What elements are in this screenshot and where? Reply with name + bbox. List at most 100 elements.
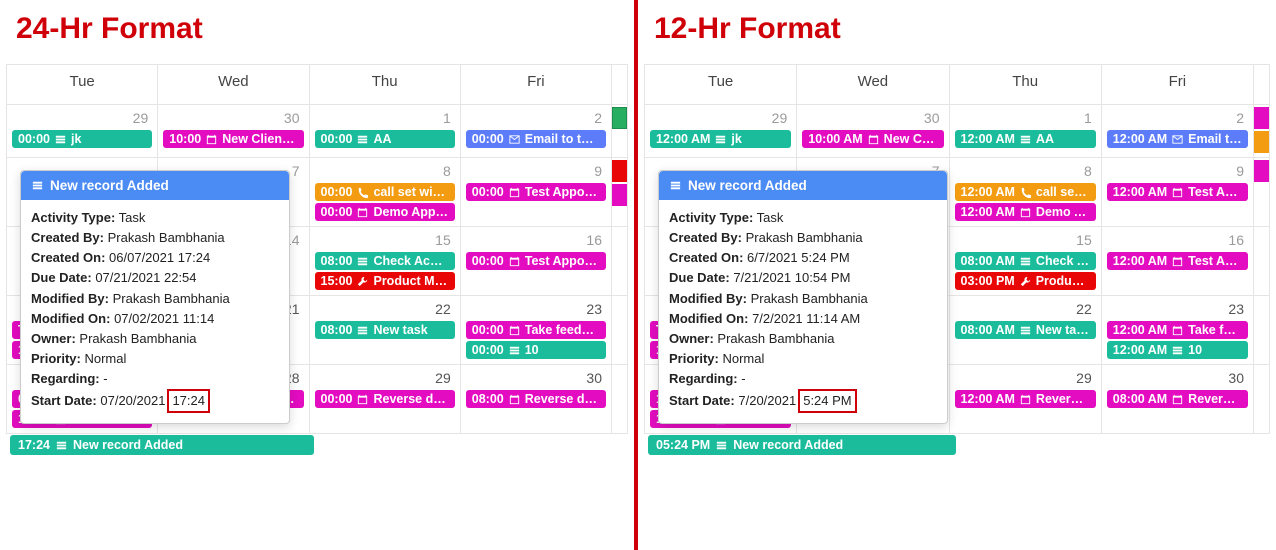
event-label: call set wit...	[1036, 185, 1090, 199]
label-priority: Priority:	[669, 351, 719, 366]
calendar-event[interactable]: 03:00 PMProduct ...	[955, 272, 1096, 290]
mail-icon	[508, 133, 521, 146]
day-cell[interactable]: 2912:00 AMReverse d...	[949, 365, 1101, 434]
cal-icon	[508, 324, 521, 337]
day-number: 23	[1103, 297, 1252, 319]
calendar-event[interactable]: 00:00jk	[12, 130, 152, 148]
tooltip-body: Activity Type: Task Created By: Prakash …	[21, 200, 289, 423]
calendar-event[interactable]: 08:00 AMCheck Ac...	[955, 252, 1096, 270]
list-icon	[356, 324, 369, 337]
calendar-event[interactable]: 00:00Test Appoint...	[466, 183, 606, 201]
event-time: 08:00	[321, 254, 353, 268]
event-label: Check Accoun...	[373, 254, 448, 268]
pane-24hr: 24-Hr Format TueWedThuFri2900:00jk3010:0…	[0, 0, 638, 550]
mail-icon	[1171, 133, 1184, 146]
event-time: 15:00	[321, 274, 353, 288]
day-cell[interactable]: 2900:00jk	[7, 105, 158, 158]
day-cell[interactable]: 900:00Test Appoint...	[460, 158, 611, 227]
overflow-strip[interactable]	[612, 184, 627, 206]
day-cell[interactable]: 22 08:00New task	[309, 296, 460, 365]
day-number: 22	[311, 297, 459, 319]
day-cell[interactable]: 23 12:00 AMTake feedback 12:00 AM10	[1101, 296, 1253, 365]
overflow-strip[interactable]	[612, 160, 627, 182]
day-cell[interactable]: 100:00AA	[309, 105, 460, 158]
event-label: Product ...	[1036, 274, 1090, 288]
event-label: Take feedback	[525, 323, 600, 337]
event-time: 00:00	[18, 132, 50, 146]
value-start-date-highlight: 5:24 PM	[798, 389, 856, 413]
overflow-strip[interactable]	[1254, 107, 1269, 129]
calendar-event[interactable]: 08:00 AMReverse d...	[1107, 390, 1248, 408]
day-cell[interactable]: 800:00call set with cli...00:00Demo Appo…	[309, 158, 460, 227]
list-icon	[1171, 344, 1184, 357]
calendar-event[interactable]: 08:00Reverse data ...	[466, 390, 606, 408]
calendar-event[interactable]: 00:00AA	[315, 130, 455, 148]
calendar-event[interactable]: 12:00 AMDemo Ap...	[955, 203, 1096, 221]
list-icon	[715, 439, 728, 452]
calendar-event[interactable]: 08:00New task	[315, 321, 455, 339]
list-icon	[356, 133, 369, 146]
calendar-event[interactable]: 12:00 AMReverse d...	[955, 390, 1096, 408]
day-cell[interactable]: 22 08:00 AMNew task	[949, 296, 1101, 365]
calendar-event[interactable]: 12:00 AMcall set wit...	[955, 183, 1096, 201]
day-cell[interactable]: 3010:00New Client m...	[158, 105, 309, 158]
day-cell[interactable]: 2900:00Reverse data ...	[309, 365, 460, 434]
overflow-strip[interactable]	[1254, 160, 1269, 182]
calendar-event[interactable]: 12:00 AM10	[1107, 341, 1248, 359]
calendar-event[interactable]: 00:00Reverse data ...	[315, 390, 455, 408]
day-cell[interactable]: 2912:00 AMjk	[645, 105, 797, 158]
calendar-event[interactable]: 08:00 AMNew task	[955, 321, 1096, 339]
list-icon	[714, 133, 727, 146]
event-label: Reverse data ...	[373, 392, 448, 406]
calendar-event[interactable]: 10:00New Client m...	[163, 130, 303, 148]
day-cell[interactable]: 112:00 AMAA	[949, 105, 1101, 158]
calendar-event[interactable]: 12:00 AMTest Appo...	[1107, 183, 1248, 201]
day-cell[interactable]: 3008:00Reverse data ...	[460, 365, 611, 434]
calendar-event[interactable]: 12:00 AMjk	[650, 130, 791, 148]
event-label: jk	[731, 132, 785, 146]
calendar-event[interactable]: 10:00 AMNew Clien...	[802, 130, 943, 148]
day-cell[interactable]: 212:00 AMEmail to t...	[1101, 105, 1253, 158]
calendar-event[interactable]: 00:00Demo Appoin...	[315, 203, 455, 221]
calendar-event[interactable]: 12:00 AMTest Appo...	[1107, 252, 1248, 270]
event-spanning-new-record[interactable]: 17:24 New record Added	[10, 435, 314, 455]
calendar-event[interactable]: 12:00 AMAA	[955, 130, 1096, 148]
calendar-event[interactable]: 08:00 Check Accoun...	[315, 252, 455, 270]
day-number: 22	[951, 297, 1100, 319]
value-start-date-prefix: 07/20/2021	[100, 393, 165, 408]
day-cell[interactable]: 3008:00 AMReverse d...	[1101, 365, 1253, 434]
calendar-event[interactable]: 00:0010	[466, 341, 606, 359]
event-label: New Client m...	[222, 132, 297, 146]
calendar-event[interactable]: 00:00Test Appoint...	[466, 252, 606, 270]
day-cell[interactable]: 1508:00Check Accoun...15:00Product Main.…	[309, 227, 460, 296]
calendar-event[interactable]: 00:00call set with cli...	[315, 183, 455, 201]
value-start-date-highlight: 17:24	[167, 389, 210, 413]
event-label: Demo Ap...	[1036, 205, 1090, 219]
day-cell[interactable]: 2300:00Take feedback00:0010	[460, 296, 611, 365]
calendar-event[interactable]: 12:00 AMEmail to t...	[1107, 130, 1248, 148]
day-cell[interactable]: 1612:00 AMTest Appo...	[1101, 227, 1253, 296]
list-icon	[508, 344, 521, 357]
day-cell[interactable]: 1600:00Test Appoint...	[460, 227, 611, 296]
calendar-event[interactable]: 15:00Product Main...	[315, 272, 455, 290]
event-label: 10	[525, 343, 600, 357]
value-created-on: 6/7/2021 5:24 PM	[747, 250, 850, 265]
day-cell[interactable]: 1508:00 AMCheck Ac...03:00 PMProduct ...	[949, 227, 1101, 296]
day-cell[interactable]: 200:00Email to team...	[460, 105, 611, 158]
event-spanning-new-record[interactable]: 05:24 PM New record Added	[648, 435, 956, 455]
day-cell[interactable]: 812:00 AMcall set wit...12:00 AMDemo Ap.…	[949, 158, 1101, 227]
calendar-event[interactable]: 00:00Email to team...	[466, 130, 606, 148]
overflow-cell	[612, 158, 628, 227]
overflow-col	[1254, 65, 1270, 105]
day-cell[interactable]: 912:00 AMTest Appo...	[1101, 158, 1253, 227]
calendar-event[interactable]: 12:00 AMTake feedback	[1107, 321, 1248, 339]
overflow-strip[interactable]	[612, 107, 627, 129]
event-label: Test Appoint...	[525, 185, 600, 199]
calendar-event[interactable]: 00:00Take feedback	[466, 321, 606, 339]
event-time: 12:00 AM	[1113, 185, 1167, 199]
cal-icon	[1171, 393, 1184, 406]
day-header: Tue	[645, 65, 797, 105]
event-time: 00:00	[321, 185, 353, 199]
overflow-strip[interactable]	[1254, 131, 1269, 153]
day-cell[interactable]: 3010:00 AMNew Clien...	[797, 105, 949, 158]
